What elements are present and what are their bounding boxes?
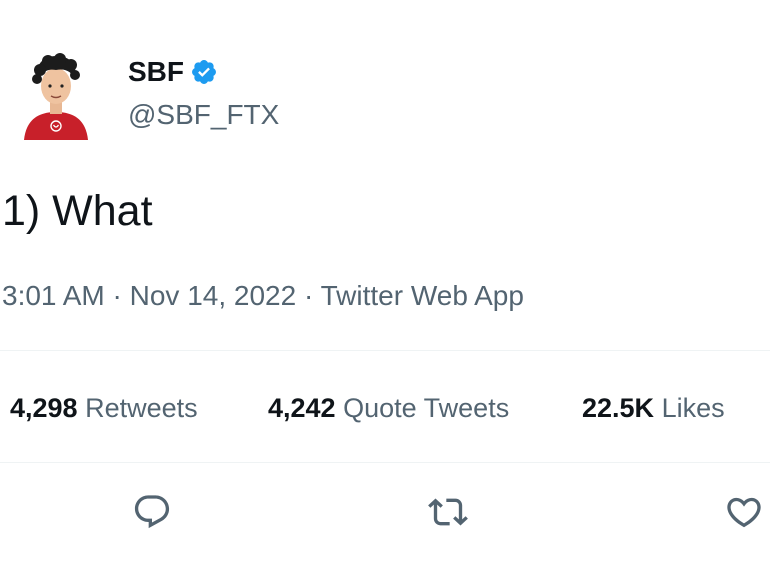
divider [0, 462, 770, 463]
quote-tweets-count: 4,242 [268, 393, 336, 423]
likes-stat[interactable]: 22.5K Likes [582, 388, 725, 428]
like-button[interactable] [718, 488, 770, 540]
retweets-count: 4,298 [10, 393, 78, 423]
avatar-illustration [24, 53, 88, 140]
likes-label: Likes [661, 393, 725, 423]
reply-button[interactable] [126, 488, 178, 540]
retweets-label: Retweets [85, 393, 198, 423]
tweet-card: SBF @SBF_FTX 1) What 3:01 AM · Nov 14, 2… [0, 0, 770, 578]
retweet-button[interactable] [422, 488, 474, 540]
tweet-source[interactable]: Twitter Web App [321, 280, 524, 311]
quote-tweets-stat[interactable]: 4,242 Quote Tweets [268, 388, 509, 428]
reply-icon [132, 492, 172, 537]
tweet-time[interactable]: 3:01 AM [2, 280, 105, 311]
tweet-text: 1) What [2, 187, 153, 235]
heart-icon [724, 492, 764, 537]
meta-separator: · [112, 280, 122, 311]
avatar[interactable] [20, 50, 92, 140]
verified-badge-icon [190, 58, 218, 86]
tweet-metadata: 3:01 AM · Nov 14, 2022 · Twitter Web App [2, 278, 524, 314]
retweet-icon [428, 492, 468, 537]
retweets-stat[interactable]: 4,298 Retweets [10, 388, 198, 428]
action-bar [0, 488, 770, 540]
name-row: SBF [128, 54, 279, 90]
likes-count: 22.5K [582, 393, 655, 423]
divider [0, 350, 770, 351]
meta-separator: · [303, 280, 314, 311]
display-name[interactable]: SBF [128, 54, 184, 90]
quote-tweets-label: Quote Tweets [343, 393, 510, 423]
author-block: SBF @SBF_FTX [128, 54, 279, 132]
user-handle[interactable]: @SBF_FTX [128, 98, 279, 132]
tweet-date[interactable]: Nov 14, 2022 [130, 280, 297, 311]
engagement-stats: 4,298 Retweets 4,242 Quote Tweets 22.5K … [10, 388, 770, 428]
